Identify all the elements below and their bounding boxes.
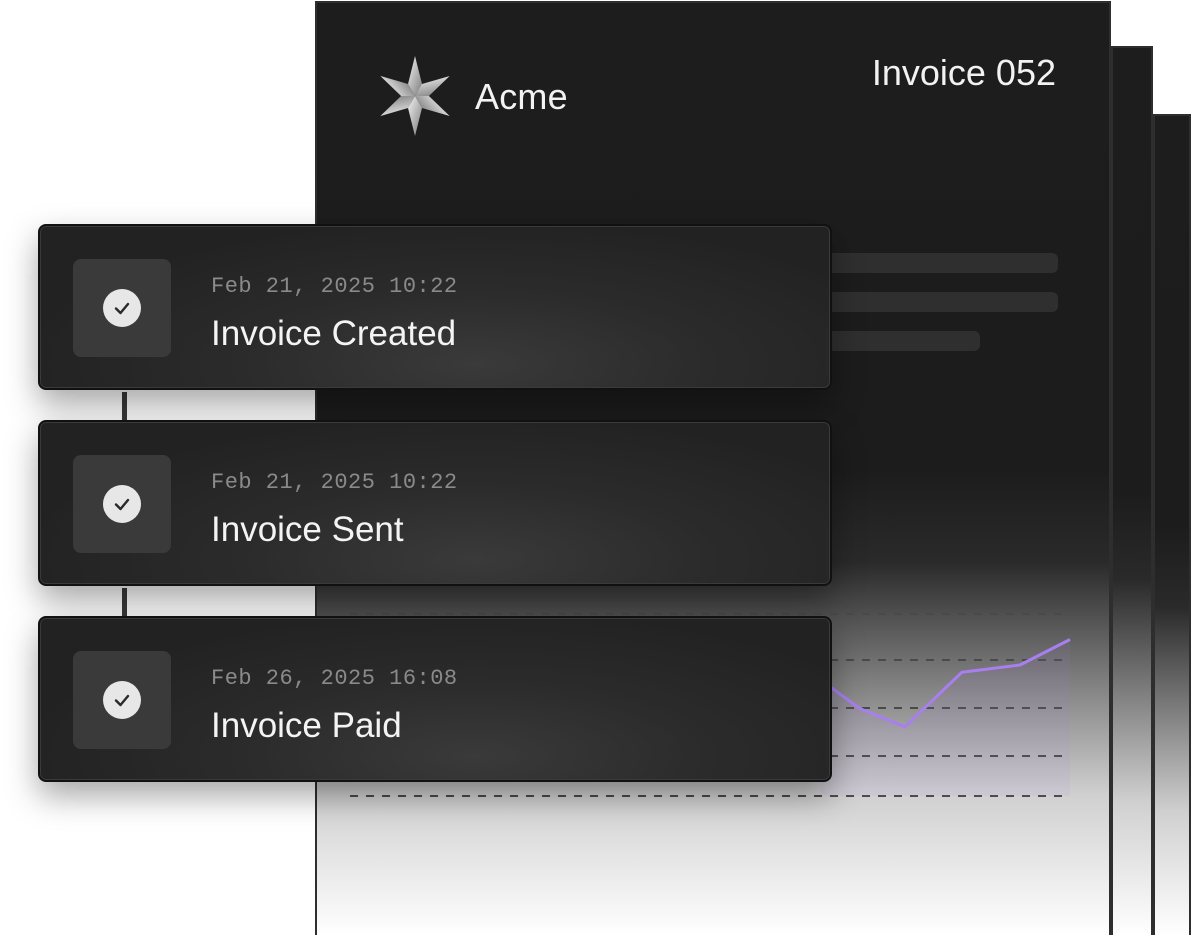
timeline-event-paid: Feb 26, 2025 16:08 Invoice Paid bbox=[38, 616, 832, 782]
check-circle-icon bbox=[103, 289, 141, 327]
timeline-event-sent: Feb 21, 2025 10:22 Invoice Sent bbox=[38, 420, 832, 586]
event-timestamp: Feb 21, 2025 10:22 bbox=[211, 470, 458, 495]
event-timestamp: Feb 21, 2025 10:22 bbox=[211, 274, 458, 299]
star-logo-icon bbox=[380, 56, 450, 136]
invoice-page-back-2 bbox=[1153, 114, 1191, 935]
timeline-connector bbox=[122, 588, 127, 618]
timeline-connector bbox=[122, 392, 127, 422]
timeline-event-created: Feb 21, 2025 10:22 Invoice Created bbox=[38, 224, 832, 390]
placeholder-line bbox=[820, 292, 1058, 312]
event-icon-box bbox=[73, 651, 171, 749]
event-icon-box bbox=[73, 455, 171, 553]
event-label: Invoice Sent bbox=[211, 510, 404, 549]
check-circle-icon bbox=[103, 681, 141, 719]
event-label: Invoice Created bbox=[211, 314, 457, 353]
chart-area bbox=[820, 639, 1070, 796]
invoice-title: Invoice 052 bbox=[871, 52, 1056, 93]
brand-name: Acme bbox=[475, 76, 568, 117]
event-timestamp: Feb 26, 2025 16:08 bbox=[211, 666, 458, 691]
invoice-page-back-1 bbox=[1111, 46, 1153, 935]
event-label: Invoice Paid bbox=[211, 706, 402, 745]
placeholder-line bbox=[820, 253, 1058, 273]
event-icon-box bbox=[73, 259, 171, 357]
check-circle-icon bbox=[103, 485, 141, 523]
placeholder-line bbox=[820, 331, 980, 351]
